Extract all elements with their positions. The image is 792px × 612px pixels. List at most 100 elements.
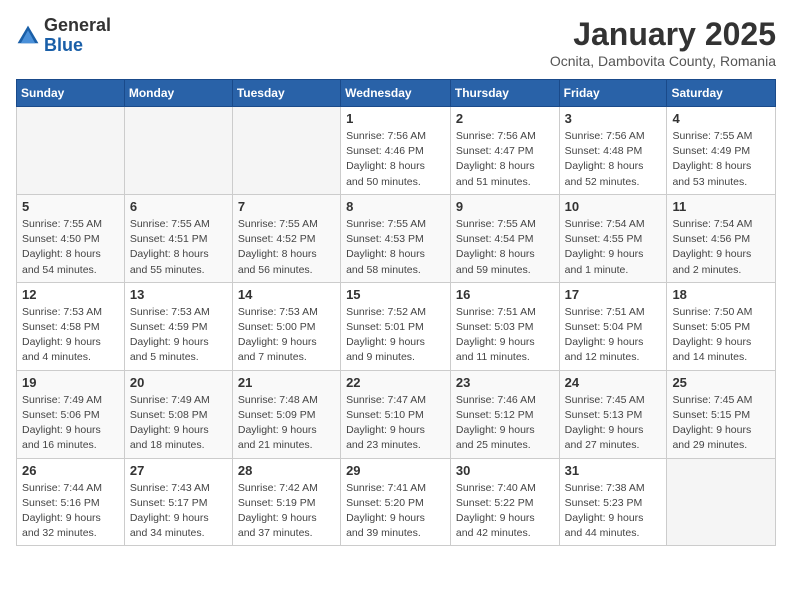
calendar-cell: 23Sunrise: 7:46 AM Sunset: 5:12 PM Dayli… xyxy=(450,370,559,458)
logo-text: General Blue xyxy=(44,16,111,56)
calendar-cell: 19Sunrise: 7:49 AM Sunset: 5:06 PM Dayli… xyxy=(17,370,125,458)
calendar-cell: 14Sunrise: 7:53 AM Sunset: 5:00 PM Dayli… xyxy=(232,282,340,370)
calendar-cell: 29 Sunrise: 7:41 AM Sunset: 5:20 PM Dayli… xyxy=(341,458,451,546)
day-info: Sunrise: 7:55 AM Sunset: 4:50 PM Dayligh… xyxy=(22,217,119,278)
day-info: Sunrise: 7:44 AM Sunset: 5:16 PM Dayligh… xyxy=(22,481,119,542)
calendar-cell: 1 Sunrise: 7:56 AM Sunset: 4:46 PM Daylig… xyxy=(341,107,451,195)
calendar-week-row: 26Sunrise: 7:44 AM Sunset: 5:16 PM Dayli… xyxy=(17,458,776,546)
calendar-week-row: 1 Sunrise: 7:56 AM Sunset: 4:46 PM Daylig… xyxy=(17,107,776,195)
calendar-week-row: 19Sunrise: 7:49 AM Sunset: 5:06 PM Dayli… xyxy=(17,370,776,458)
day-number: 25 xyxy=(672,375,770,390)
day-number: 5 xyxy=(22,199,119,214)
day-number: 23 xyxy=(456,375,554,390)
day-number: 6 xyxy=(130,199,227,214)
day-number: 19 xyxy=(22,375,119,390)
day-info: Sunrise: 7:51 AM Sunset: 5:03 PM Dayligh… xyxy=(456,305,554,366)
calendar-cell: 15 Sunrise: 7:52 AM Sunset: 5:01 PM Dayli… xyxy=(341,282,451,370)
day-info: Sunrise: 7:51 AM Sunset: 5:04 PM Dayligh… xyxy=(565,305,662,366)
day-info: Sunrise: 7:41 AM Sunset: 5:20 PM Dayligh… xyxy=(346,481,445,542)
day-number: 30 xyxy=(456,463,554,478)
calendar: SundayMondayTuesdayWednesdayThursdayFrid… xyxy=(16,79,776,546)
day-info: Sunrise: 7:55 AM Sunset: 4:51 PM Dayligh… xyxy=(130,217,227,278)
logo-general: General xyxy=(44,16,111,36)
day-info: Sunrise: 7:47 AM Sunset: 5:10 PM Dayligh… xyxy=(346,393,445,454)
day-number: 4 xyxy=(672,111,770,126)
day-number: 28 xyxy=(238,463,335,478)
calendar-cell: 18Sunrise: 7:50 AM Sunset: 5:05 PM Dayli… xyxy=(667,282,776,370)
weekday-header: Friday xyxy=(559,80,667,107)
weekday-header: Tuesday xyxy=(232,80,340,107)
day-info: Sunrise: 7:42 AM Sunset: 5:19 PM Dayligh… xyxy=(238,481,335,542)
title-block: January 2025 Ocnita, Dambovita County, R… xyxy=(550,16,776,69)
calendar-cell xyxy=(667,458,776,546)
day-info: Sunrise: 7:45 AM Sunset: 5:13 PM Dayligh… xyxy=(565,393,662,454)
day-number: 9 xyxy=(456,199,554,214)
weekday-header: Wednesday xyxy=(341,80,451,107)
day-number: 24 xyxy=(565,375,662,390)
day-info: Sunrise: 7:55 AM Sunset: 4:53 PM Dayligh… xyxy=(346,217,445,278)
day-number: 3 xyxy=(565,111,662,126)
calendar-cell: 12 Sunrise: 7:53 AM Sunset: 4:58 PM Dayli… xyxy=(17,282,125,370)
calendar-cell: 21 Sunrise: 7:48 AM Sunset: 5:09 PM Dayli… xyxy=(232,370,340,458)
month-title: January 2025 xyxy=(550,16,776,53)
day-number: 7 xyxy=(238,199,335,214)
day-info: Sunrise: 7:54 AM Sunset: 4:55 PM Dayligh… xyxy=(565,217,662,278)
day-number: 22 xyxy=(346,375,445,390)
day-number: 20 xyxy=(130,375,227,390)
calendar-cell: 22 Sunrise: 7:47 AM Sunset: 5:10 PM Dayli… xyxy=(341,370,451,458)
calendar-cell xyxy=(17,107,125,195)
calendar-cell: 7 Sunrise: 7:55 AM Sunset: 4:52 PM Daylig… xyxy=(232,194,340,282)
day-info: Sunrise: 7:49 AM Sunset: 5:08 PM Dayligh… xyxy=(130,393,227,454)
weekday-header-row: SundayMondayTuesdayWednesdayThursdayFrid… xyxy=(17,80,776,107)
day-number: 15 xyxy=(346,287,445,302)
day-number: 8 xyxy=(346,199,445,214)
calendar-cell: 27Sunrise: 7:43 AM Sunset: 5:17 PM Dayli… xyxy=(124,458,232,546)
day-info: Sunrise: 7:55 AM Sunset: 4:54 PM Dayligh… xyxy=(456,217,554,278)
day-number: 13 xyxy=(130,287,227,302)
calendar-cell: 26Sunrise: 7:44 AM Sunset: 5:16 PM Dayli… xyxy=(17,458,125,546)
calendar-cell: 11 Sunrise: 7:54 AM Sunset: 4:56 PM Dayli… xyxy=(667,194,776,282)
day-info: Sunrise: 7:38 AM Sunset: 5:23 PM Dayligh… xyxy=(565,481,662,542)
calendar-cell: 20 Sunrise: 7:49 AM Sunset: 5:08 PM Dayli… xyxy=(124,370,232,458)
day-number: 31 xyxy=(565,463,662,478)
day-info: Sunrise: 7:53 AM Sunset: 5:00 PM Dayligh… xyxy=(238,305,335,366)
weekday-header: Monday xyxy=(124,80,232,107)
calendar-cell: 2 Sunrise: 7:56 AM Sunset: 4:47 PM Daylig… xyxy=(450,107,559,195)
logo: General Blue xyxy=(16,16,111,56)
day-info: Sunrise: 7:48 AM Sunset: 5:09 PM Dayligh… xyxy=(238,393,335,454)
day-info: Sunrise: 7:54 AM Sunset: 4:56 PM Dayligh… xyxy=(672,217,770,278)
page-header: General Blue January 2025 Ocnita, Dambov… xyxy=(16,16,776,69)
calendar-cell xyxy=(124,107,232,195)
day-info: Sunrise: 7:55 AM Sunset: 4:52 PM Dayligh… xyxy=(238,217,335,278)
day-number: 1 xyxy=(346,111,445,126)
day-number: 2 xyxy=(456,111,554,126)
calendar-cell: 13 Sunrise: 7:53 AM Sunset: 4:59 PM Dayli… xyxy=(124,282,232,370)
day-info: Sunrise: 7:55 AM Sunset: 4:49 PM Dayligh… xyxy=(672,129,770,190)
day-info: Sunrise: 7:56 AM Sunset: 4:47 PM Dayligh… xyxy=(456,129,554,190)
day-number: 21 xyxy=(238,375,335,390)
calendar-cell: 25Sunrise: 7:45 AM Sunset: 5:15 PM Dayli… xyxy=(667,370,776,458)
day-info: Sunrise: 7:56 AM Sunset: 4:46 PM Dayligh… xyxy=(346,129,445,190)
calendar-cell xyxy=(232,107,340,195)
weekday-header: Thursday xyxy=(450,80,559,107)
calendar-cell: 6 Sunrise: 7:55 AM Sunset: 4:51 PM Daylig… xyxy=(124,194,232,282)
calendar-week-row: 5 Sunrise: 7:55 AM Sunset: 4:50 PM Daylig… xyxy=(17,194,776,282)
calendar-cell: 10Sunrise: 7:54 AM Sunset: 4:55 PM Dayli… xyxy=(559,194,667,282)
day-number: 29 xyxy=(346,463,445,478)
day-info: Sunrise: 7:52 AM Sunset: 5:01 PM Dayligh… xyxy=(346,305,445,366)
day-number: 12 xyxy=(22,287,119,302)
calendar-cell: 3Sunrise: 7:56 AM Sunset: 4:48 PM Daylig… xyxy=(559,107,667,195)
day-number: 11 xyxy=(672,199,770,214)
calendar-cell: 31 Sunrise: 7:38 AM Sunset: 5:23 PM Dayli… xyxy=(559,458,667,546)
day-info: Sunrise: 7:53 AM Sunset: 4:58 PM Dayligh… xyxy=(22,305,119,366)
calendar-cell: 28 Sunrise: 7:42 AM Sunset: 5:19 PM Dayli… xyxy=(232,458,340,546)
calendar-week-row: 12 Sunrise: 7:53 AM Sunset: 4:58 PM Dayli… xyxy=(17,282,776,370)
location: Ocnita, Dambovita County, Romania xyxy=(550,53,776,69)
logo-blue: Blue xyxy=(44,36,111,56)
day-info: Sunrise: 7:50 AM Sunset: 5:05 PM Dayligh… xyxy=(672,305,770,366)
day-info: Sunrise: 7:43 AM Sunset: 5:17 PM Dayligh… xyxy=(130,481,227,542)
calendar-cell: 30Sunrise: 7:40 AM Sunset: 5:22 PM Dayli… xyxy=(450,458,559,546)
calendar-cell: 9 Sunrise: 7:55 AM Sunset: 4:54 PM Daylig… xyxy=(450,194,559,282)
calendar-cell: 4 Sunrise: 7:55 AM Sunset: 4:49 PM Daylig… xyxy=(667,107,776,195)
day-info: Sunrise: 7:53 AM Sunset: 4:59 PM Dayligh… xyxy=(130,305,227,366)
